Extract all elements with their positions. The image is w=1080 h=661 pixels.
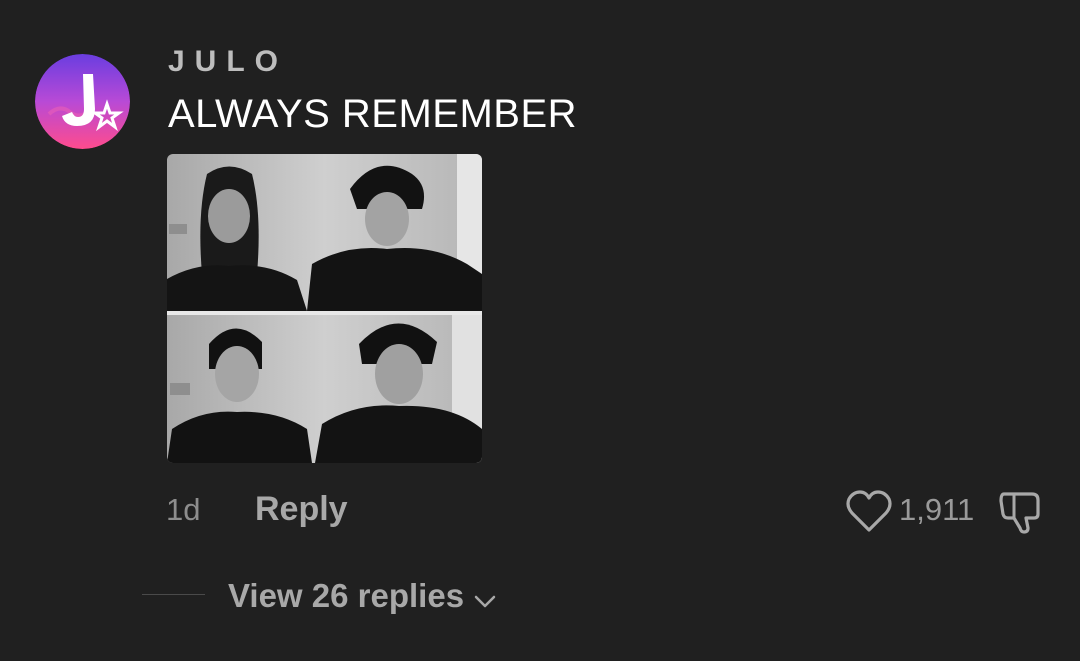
view-replies-button[interactable]: View 26 replies — [228, 576, 498, 616]
chevron-down-icon — [472, 583, 498, 609]
heart-outline-icon[interactable] — [846, 490, 892, 534]
divider — [142, 594, 205, 595]
timestamp: 1d — [166, 492, 201, 527]
username[interactable]: JULO — [168, 44, 288, 80]
thumbs-down-icon[interactable] — [998, 488, 1046, 536]
julo-logo-icon — [35, 54, 130, 149]
view-replies-label: View 26 replies — [228, 577, 465, 614]
comment-actions: 1d Reply 1,911 — [0, 480, 1080, 540]
photo-collage-icon — [167, 154, 482, 463]
comment-text: ALWAYS REMEMBER — [168, 92, 578, 136]
comment-item: JULO ALWAYS REMEMBER 1d Reply 1,911 View… — [0, 0, 1080, 661]
attached-photo[interactable] — [167, 154, 482, 463]
replies-row: View 26 replies — [0, 570, 1080, 620]
avatar[interactable] — [35, 54, 130, 149]
reply-button[interactable]: Reply — [255, 489, 348, 529]
like-count: 1,911 — [899, 492, 975, 527]
